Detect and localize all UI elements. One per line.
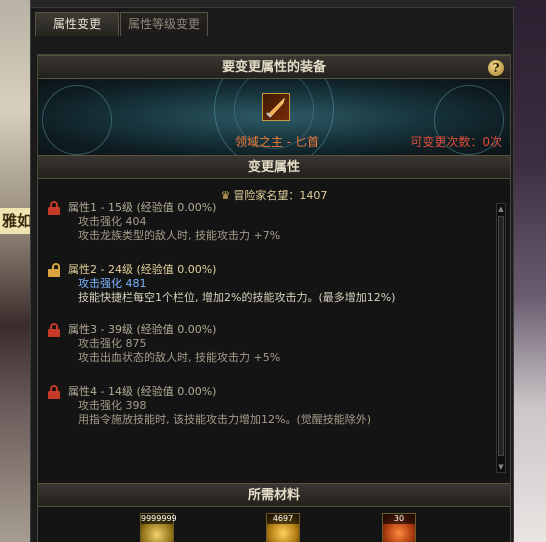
attribute-line: 攻击强化 398 — [78, 399, 147, 412]
help-icon[interactable]: ? — [488, 60, 504, 76]
attributes-section-title: 变更属性 — [247, 160, 300, 175]
attribute-line: 攻击龙族类型的敌人时, 技能攻击力 +7% — [78, 229, 281, 242]
attribute-2[interactable]: 属性2 - 24级 (经验值 0.00%) 攻击强化 481 技能快捷栏每空1个… — [48, 263, 488, 305]
materials-section-header: 所需材料 — [38, 483, 510, 507]
dagger-icon[interactable] — [262, 93, 290, 121]
attribute-title: 属性4 - 14级 (经验值 0.00%) — [68, 385, 217, 398]
scroll-thumb[interactable] — [498, 216, 504, 456]
gold-coins-icon[interactable]: 9999999 — [140, 513, 177, 542]
attribute-line: 攻击强化 875 — [78, 337, 147, 350]
attribute-4[interactable]: 属性4 - 14级 (经验值 0.00%) 攻击强化 398 用指令施放技能时,… — [48, 385, 488, 427]
tab-attribute-change[interactable]: 属性变更 — [35, 12, 119, 36]
attribute-title: 属性2 - 24级 (经验值 0.00%) — [68, 263, 217, 276]
material-quantity: 4697 — [267, 514, 299, 524]
change-count-text: 可变更次数：0次 — [410, 135, 502, 149]
equipment-section-header: 要变更属性的装备 ? — [38, 55, 510, 79]
lock-icon[interactable] — [48, 385, 60, 399]
tab-attribute-level-change[interactable]: 属性等级变更 — [120, 12, 208, 36]
material-quantity: 30 — [383, 514, 415, 524]
fire-orb-icon[interactable]: 30 — [382, 513, 416, 542]
lock-icon[interactable] — [48, 201, 60, 215]
equipment-section-title: 要变更属性的装备 — [221, 60, 326, 75]
attribute-change-window: 属性变更 属性等级变更 要变更属性的装备 ? 领域之主 - 匕首 可变更次数：0… — [30, 0, 515, 542]
gold-heart-crystal-icon[interactable]: 4697 — [266, 513, 300, 542]
attributes-section-header: 变更属性 — [38, 155, 510, 179]
lock-icon[interactable] — [48, 323, 60, 337]
attribute-line: 攻击强化 404 — [78, 215, 147, 228]
attribute-line: 技能快捷栏每空1个栏位, 增加2%的技能攻击力。(最多增加12%) — [78, 291, 396, 304]
scroll-down-icon[interactable]: ▼ — [497, 463, 505, 471]
attribute-title: 属性1 - 15级 (经验值 0.00%) — [68, 201, 217, 214]
background-banner: 雅如 — [0, 208, 34, 234]
materials-section-title: 所需材料 — [247, 488, 300, 503]
attributes-scrollbar[interactable]: ▲ ▼ — [496, 203, 506, 473]
main-panel: 要变更属性的装备 ? 领域之主 - 匕首 可变更次数：0次 变更属性 ♛ 冒险家名… — [37, 54, 511, 542]
scroll-up-icon[interactable]: ▲ — [497, 205, 505, 213]
attribute-line: 攻击出血状态的敌人时, 技能攻击力 +5% — [78, 351, 281, 364]
attribute-line: 用指令施放技能时, 该技能攻击力增加12%。(觉醒技能除外) — [78, 413, 372, 426]
magic-circle-decoration — [42, 85, 112, 155]
window-top-strip — [31, 0, 515, 8]
attribute-title: 属性3 - 39级 (经验值 0.00%) — [68, 323, 217, 336]
attribute-3[interactable]: 属性3 - 39级 (经验值 0.00%) 攻击强化 875 攻击出血状态的敌人… — [48, 323, 488, 365]
equipment-name: 领域之主 - 匕首 — [235, 135, 319, 149]
background-scenery-right — [510, 0, 546, 542]
background-scenery-left — [0, 0, 34, 542]
attribute-1[interactable]: 属性1 - 15级 (经验值 0.00%) 攻击强化 404 攻击龙族类型的敌人… — [48, 201, 488, 243]
attribute-line: 攻击强化 481 — [68, 277, 488, 291]
material-quantity: 9999999 — [141, 514, 177, 524]
unlock-icon[interactable] — [48, 263, 60, 277]
attribute-value: 攻击强化 481 — [78, 277, 147, 290]
equipment-display: 领域之主 - 匕首 可变更次数：0次 — [38, 79, 510, 155]
